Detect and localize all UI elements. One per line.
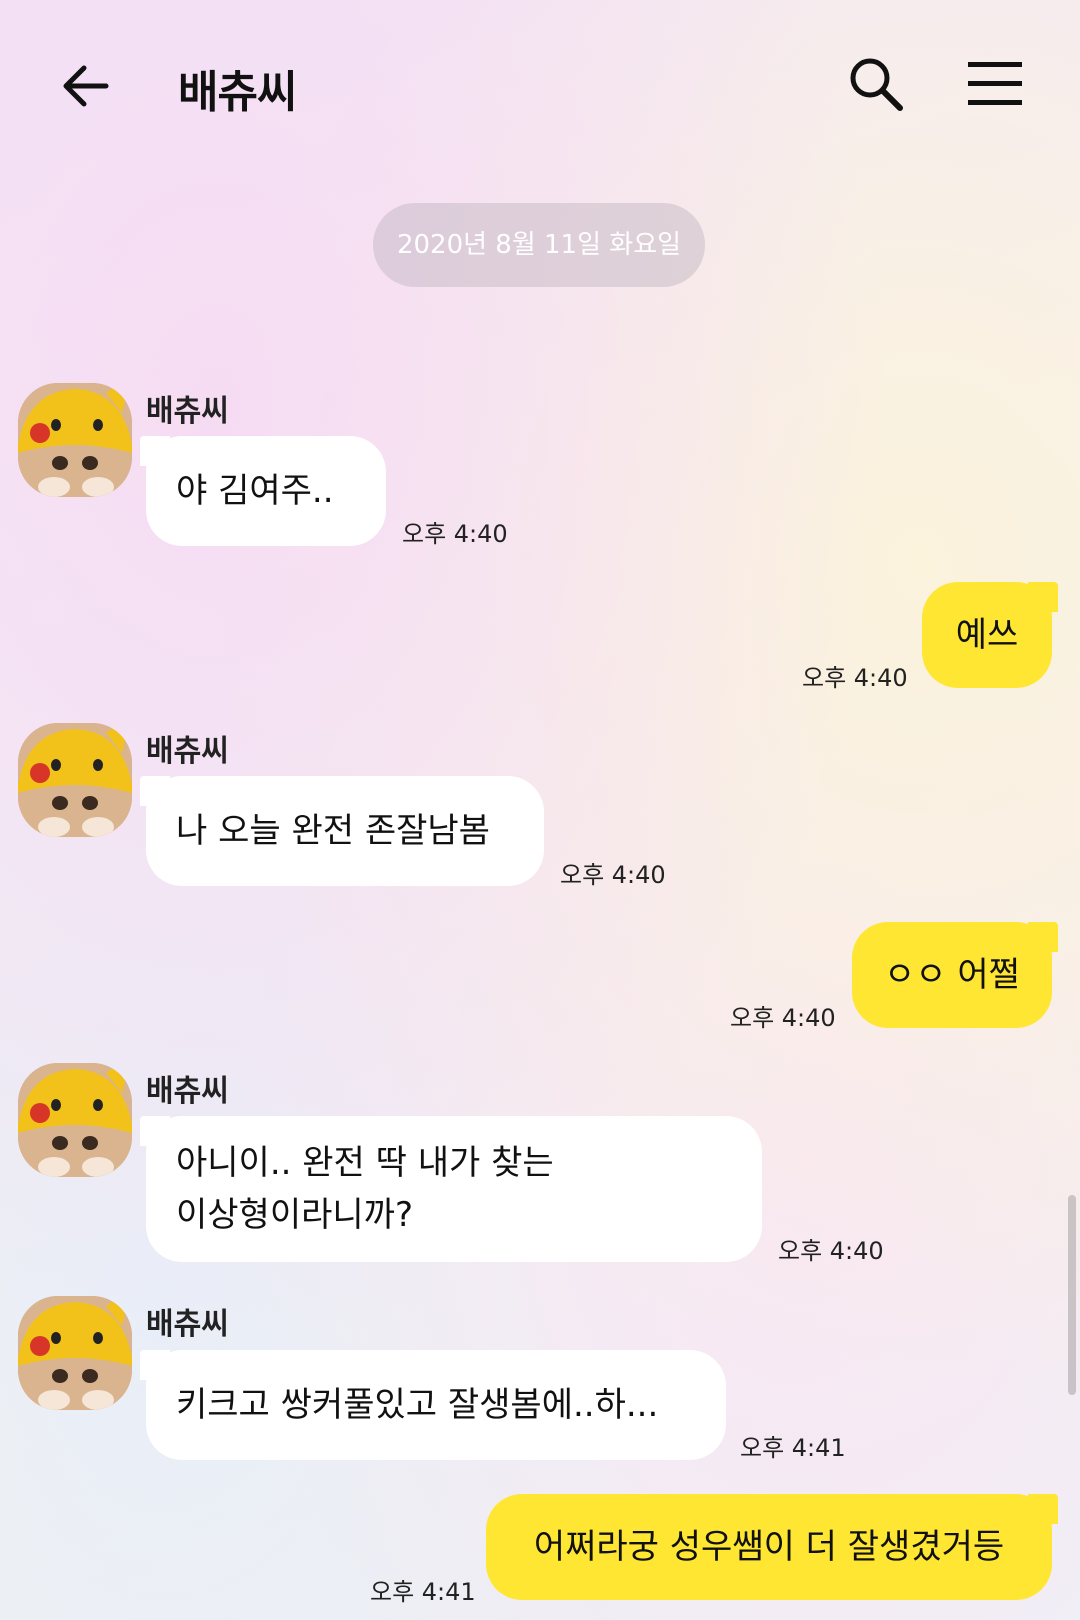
message-bubble-outgoing[interactable]: 예쓰 [922,582,1058,688]
sender-name: 배츄씨 [146,734,229,769]
search-icon [850,58,903,111]
sender-name: 배츄씨 [146,394,229,429]
message-time: 오후 4:41 [740,1434,846,1462]
message-text: ㅇㅇ 어쩔 [884,955,1020,995]
message-text: 어쩌라궁 성우쌤이 더 잘생겼거등 [533,1527,1005,1567]
avatar[interactable] [18,723,132,837]
message-time: 오후 4:40 [778,1237,884,1265]
message-bubble-incoming[interactable]: 아니이.. 완전 딱 내가 찾는 이상형이라니까? [140,1116,762,1262]
sender-name: 배츄씨 [146,1074,229,1109]
menu-button[interactable] [968,60,1022,108]
arrow-left-icon [63,65,109,107]
scrollbar[interactable] [1068,1195,1076,1395]
message-time: 오후 4:40 [560,861,666,889]
message-bubble-incoming[interactable]: 키크고 쌍커풀있고 잘생봄에..하... [140,1350,726,1460]
message-time: 오후 4:40 [402,520,508,548]
chat-title: 배츄씨 [178,67,297,118]
message-time: 오후 4:40 [730,1004,836,1032]
hamburger-menu-icon [968,62,1022,105]
sender-name: 배츄씨 [146,1307,229,1342]
chat-header: 배츄씨 [0,0,1080,170]
search-button[interactable] [846,54,906,114]
message-bubble-outgoing[interactable]: ㅇㅇ 어쩔 [852,922,1058,1028]
message-bubble-incoming[interactable]: 나 오늘 완전 존잘남봄 [140,776,544,886]
back-button[interactable] [58,58,114,114]
message-text: 야 김여주.. [176,471,334,511]
avatar[interactable] [18,1296,132,1410]
message-text: 키크고 쌍커풀있고 잘생봄에..하... [176,1385,659,1425]
message-text-line: 이상형이라니까? [176,1195,414,1235]
message-text: 나 오늘 완전 존잘남봄 [176,811,490,851]
message-time: 오후 4:41 [370,1578,476,1606]
message-time: 오후 4:40 [802,664,908,692]
avatar[interactable] [18,383,132,497]
message-text: 예쓰 [955,615,1019,655]
message-bubble-outgoing[interactable]: 어쩌라궁 성우쌤이 더 잘생겼거등 [486,1494,1058,1600]
date-divider: 2020년 8월 11일 화요일 [373,203,705,287]
message-bubble-incoming[interactable]: 야 김여주.. [140,436,386,546]
avatar[interactable] [18,1063,132,1177]
message-text-line: 아니이.. 완전 딱 내가 찾는 [176,1143,554,1183]
